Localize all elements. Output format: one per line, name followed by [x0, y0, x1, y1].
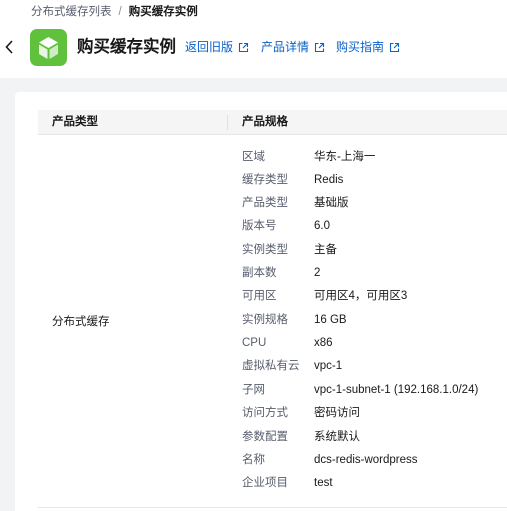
external-link-icon [314, 42, 325, 53]
spec-key: 虚拟私有云 [242, 360, 300, 372]
column-header-product-spec: 产品规格 [242, 116, 288, 128]
spec-row: 区域 华东-上海一 [0, 149, 507, 165]
back-button[interactable] [3, 38, 17, 56]
spec-key: 企业项目 [242, 477, 288, 489]
breadcrumb: 分布式缓存列表 / 购买缓存实例 [31, 4, 198, 20]
spec-key: 实例类型 [242, 244, 288, 256]
spec-row: 虚拟私有云 vpc-1 [0, 358, 507, 374]
breadcrumb-current: 购买缓存实例 [128, 6, 198, 18]
spec-row: 企业项目 test [0, 475, 507, 491]
spec-key: 参数配置 [242, 431, 288, 443]
spec-value: dcs-redis-wordpress [314, 454, 418, 466]
spec-row: 可用区 可用区4，可用区3 [0, 288, 507, 304]
spec-key: 副本数 [242, 267, 277, 279]
breadcrumb-separator: / [118, 6, 122, 18]
table-bottom-border [38, 507, 507, 508]
spec-row: 实例规格 16 GB [0, 312, 507, 328]
spec-row: 副本数 2 [0, 265, 507, 281]
spec-value: 6.0 [314, 220, 330, 232]
spec-value: x86 [314, 337, 333, 349]
spec-value: 系统默认 [314, 431, 360, 443]
external-link-icon [238, 42, 249, 53]
spec-row: 名称 dcs-redis-wordpress [0, 452, 507, 468]
spec-key: CPU [242, 337, 267, 349]
spec-key: 版本号 [242, 220, 277, 232]
column-header-product-type: 产品类型 [52, 116, 98, 128]
spec-row: 实例类型 主备 [0, 242, 507, 258]
spec-value: Redis [314, 174, 344, 186]
spec-row: 访问方式 密码访问 [0, 405, 507, 421]
spec-row: 产品类型 基础版 [0, 195, 507, 211]
chevron-left-icon [5, 40, 13, 54]
spec-key: 区域 [242, 151, 265, 163]
spec-key: 子网 [242, 384, 265, 396]
purchase-guide-link[interactable]: 购买指南 [336, 40, 400, 55]
link-label: 产品详情 [261, 40, 310, 54]
spec-value: 可用区4，可用区3 [314, 290, 408, 302]
spec-value: 华东-上海一 [314, 151, 376, 163]
spec-value: vpc-1-subnet-1 (192.168.1.0/24) [314, 384, 479, 396]
spec-value: test [314, 477, 333, 489]
spec-key: 产品类型 [242, 197, 288, 209]
spec-value: vpc-1 [314, 360, 343, 372]
spec-key: 可用区 [242, 290, 277, 302]
spec-key: 缓存类型 [242, 174, 288, 186]
product-details-link[interactable]: 产品详情 [261, 40, 325, 55]
link-label: 购买指南 [336, 40, 385, 54]
spec-row: 版本号 6.0 [0, 218, 507, 234]
spec-row: 参数配置 系统默认 [0, 429, 507, 445]
spec-key: 名称 [242, 454, 265, 466]
page-title: 购买缓存实例 [77, 38, 176, 56]
external-link-icon [389, 42, 400, 53]
column-divider [227, 115, 228, 130]
spec-value: 16 GB [314, 314, 347, 326]
spec-row: 缓存类型 Redis [0, 172, 507, 188]
spec-row: 子网 vpc-1-subnet-1 (192.168.1.0/24) [0, 382, 507, 398]
spec-value: 密码访问 [314, 407, 360, 419]
spec-value: 基础版 [314, 197, 349, 209]
spec-row: CPU x86 [0, 335, 507, 351]
product-logo [30, 29, 67, 66]
cube-icon [39, 37, 58, 59]
spec-key: 实例规格 [242, 314, 288, 326]
spec-key: 访问方式 [242, 407, 288, 419]
link-label: 返回旧版 [185, 40, 234, 54]
breadcrumb-parent-link[interactable]: 分布式缓存列表 [31, 4, 112, 20]
back-to-old-version-link[interactable]: 返回旧版 [185, 40, 249, 55]
table-header: 产品类型 产品规格 [38, 110, 507, 135]
spec-value: 2 [314, 267, 321, 279]
spec-value: 主备 [314, 244, 337, 256]
